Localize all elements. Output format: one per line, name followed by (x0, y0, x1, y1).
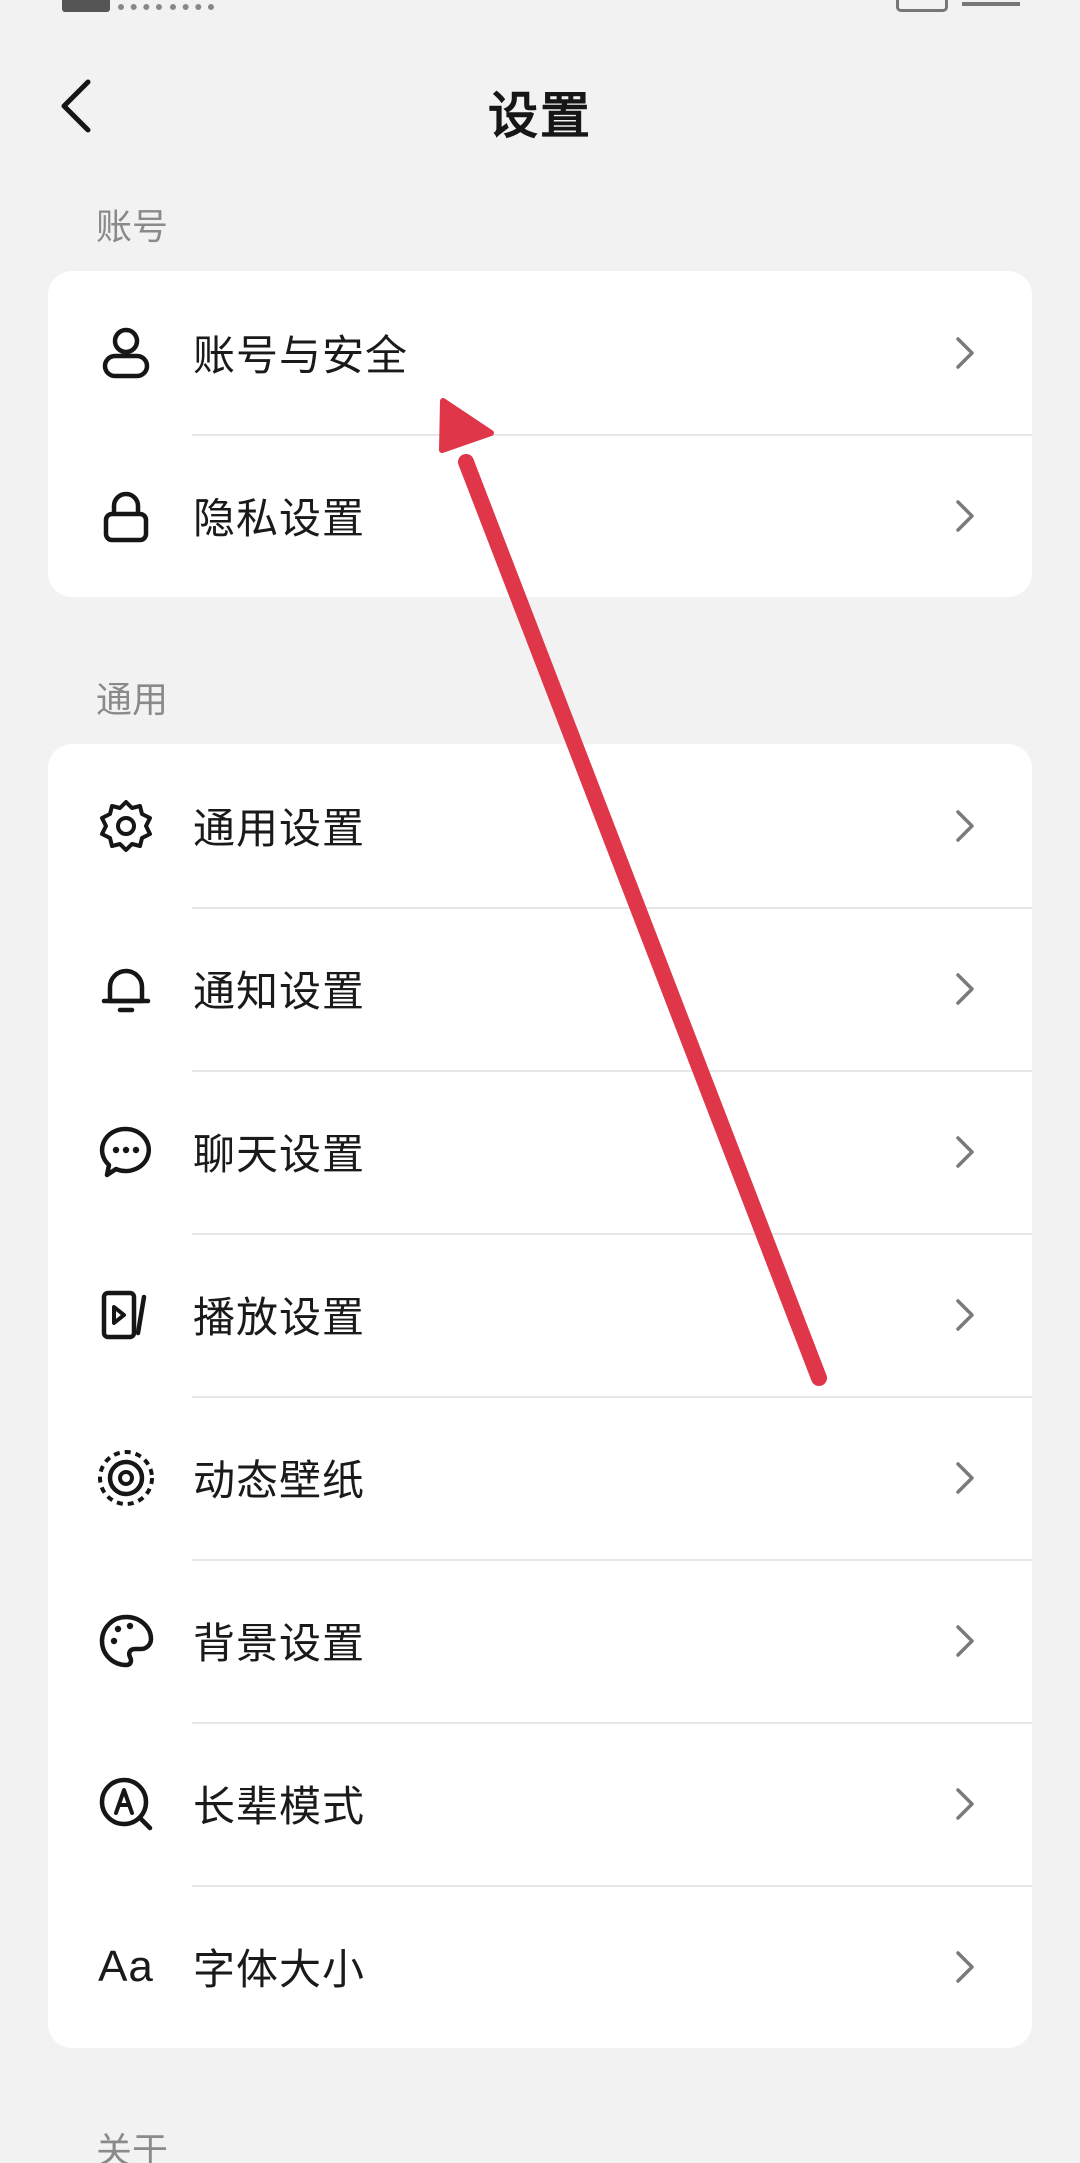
chevron-right-icon (950, 1947, 980, 1987)
settings-item-elder-mode[interactable]: 长辈模式 (48, 1722, 1032, 1885)
divider (192, 1559, 1032, 1561)
hd-badge-icon (62, 0, 110, 12)
chevron-right-icon (950, 1458, 980, 1498)
settings-item-privacy[interactable]: 隐私设置 (48, 434, 1032, 597)
gear-icon (96, 796, 156, 856)
palette-icon (96, 1611, 156, 1671)
chevron-right-icon (950, 1784, 980, 1824)
settings-item-label: 字体大小 (193, 1945, 366, 1994)
user-icon (96, 323, 156, 383)
divider (192, 1885, 1032, 1887)
chevron-right-icon (950, 1132, 980, 1172)
settings-item-label: 动态壁纸 (193, 1456, 366, 1505)
font-size-icon: Aa (96, 1937, 156, 1997)
divider (192, 1722, 1032, 1724)
settings-item-label: 隐私设置 (193, 494, 366, 543)
divider (192, 907, 1032, 909)
status-bar (0, 0, 1080, 14)
settings-item-label: 账号与安全 (193, 331, 409, 380)
live-wallpaper-icon (96, 1448, 156, 1508)
section-label-general: 通用 (96, 680, 169, 721)
settings-item-general[interactable]: 通用设置 (48, 744, 1032, 907)
section-label-account: 账号 (96, 207, 169, 248)
clock-icon (962, 0, 1020, 6)
chevron-right-icon (950, 333, 980, 373)
settings-item-label: 长辈模式 (193, 1782, 366, 1831)
settings-item-label: 聊天设置 (193, 1130, 366, 1179)
settings-item-background[interactable]: 背景设置 (48, 1559, 1032, 1722)
battery-icon (896, 0, 948, 12)
chevron-right-icon (950, 1295, 980, 1335)
signal-icon-2 (170, 0, 214, 10)
chat-bubble-icon (96, 1122, 156, 1182)
status-left (62, 0, 214, 12)
chevron-right-icon (950, 1621, 980, 1661)
chevron-right-icon (950, 969, 980, 1009)
settings-item-notifications[interactable]: 通知设置 (48, 907, 1032, 1070)
general-card: 通用设置 通知设置 聊天设置 播放设置 动态壁纸 背景设置 长辈模式 Aa 字体… (48, 744, 1032, 2048)
settings-item-chat[interactable]: 聊天设置 (48, 1070, 1032, 1233)
account-card: 账号与安全 隐私设置 (48, 271, 1032, 597)
lock-icon (96, 486, 156, 546)
settings-item-font-size[interactable]: Aa 字体大小 (48, 1885, 1032, 2048)
settings-screen: 设置 账号 账号与安全 隐私设置 通用 通用设置 通知设置 聊天设置 播放设置 … (0, 0, 1080, 2163)
divider (192, 1070, 1032, 1072)
settings-item-label: 通知设置 (193, 967, 366, 1016)
status-right (896, 0, 1020, 12)
divider (192, 434, 1032, 436)
divider (192, 1396, 1032, 1398)
page-title: 设置 (488, 87, 592, 145)
chevron-right-icon (950, 806, 980, 846)
bell-icon (96, 959, 156, 1019)
signal-icon (118, 0, 162, 10)
chevron-right-icon (950, 496, 980, 536)
settings-item-account-security[interactable]: 账号与安全 (48, 271, 1032, 434)
settings-item-label: 播放设置 (193, 1293, 366, 1342)
font-size-icon-text: Aa (98, 1941, 154, 1991)
divider (192, 1233, 1032, 1235)
settings-item-live-wallpaper[interactable]: 动态壁纸 (48, 1396, 1032, 1559)
settings-item-playback[interactable]: 播放设置 (48, 1233, 1032, 1396)
elder-mode-icon (96, 1774, 156, 1834)
header: 设置 (0, 56, 1080, 156)
section-label-about: 关于 (96, 2131, 169, 2163)
settings-item-label: 背景设置 (193, 1619, 366, 1668)
settings-item-label: 通用设置 (193, 804, 366, 853)
play-screen-icon (96, 1285, 156, 1345)
